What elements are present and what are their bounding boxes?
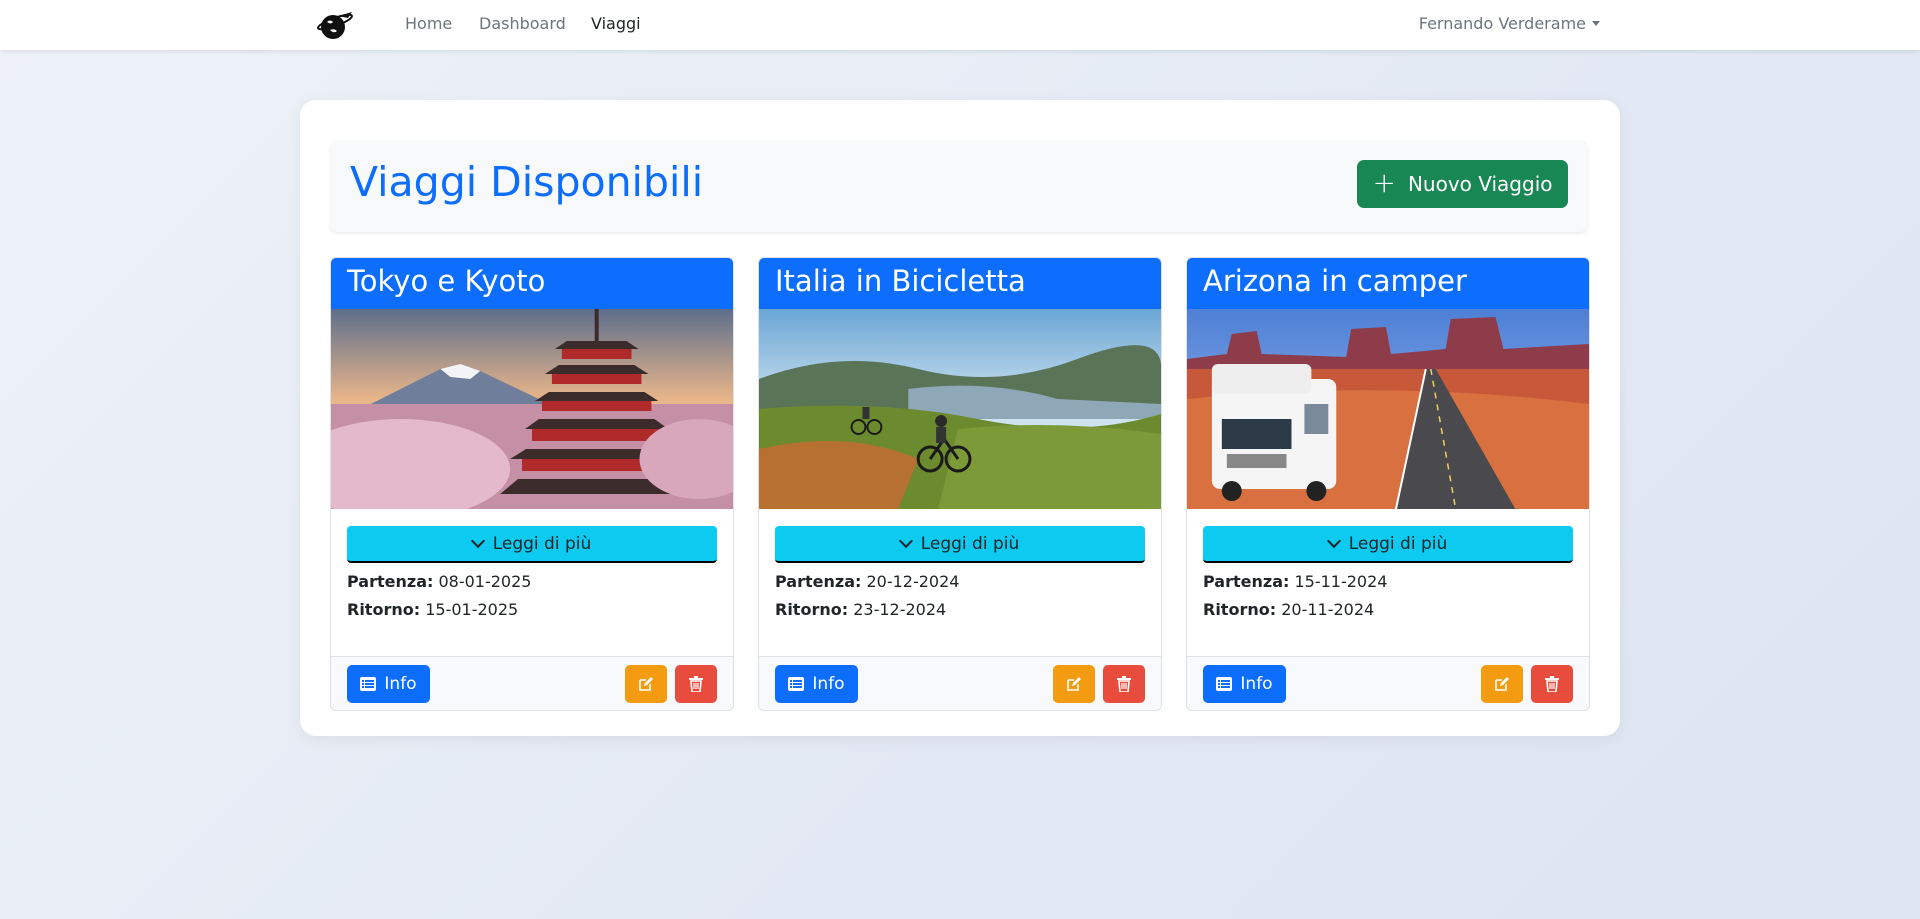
departure-date: 08-01-2025	[438, 572, 532, 591]
edit-icon	[1067, 677, 1081, 691]
list-icon	[360, 677, 377, 691]
card-footer: Info	[1187, 656, 1589, 710]
info-button[interactable]: Info	[1203, 665, 1286, 703]
delete-button[interactable]	[1103, 665, 1145, 703]
edit-icon	[1495, 677, 1509, 691]
trash-icon	[1545, 676, 1559, 692]
card-footer: Info	[759, 656, 1161, 710]
list-icon	[788, 677, 805, 691]
read-more-label: Leggi di più	[920, 533, 1020, 554]
new-trip-button[interactable]: + Nuovo Viaggio	[1357, 160, 1568, 208]
return-line: Ritorno: 23-12-2024	[775, 600, 946, 619]
list-icon	[1216, 677, 1233, 691]
departure-line: Partenza: 15-11-2024	[1203, 572, 1387, 591]
departure-date: 20-12-2024	[866, 572, 960, 591]
departure-date: 15-11-2024	[1294, 572, 1388, 591]
trip-card: Tokyo e Kyoto Leggi di più Partenza: 08-…	[330, 257, 734, 711]
chevron-down-icon	[898, 533, 913, 549]
edit-icon	[639, 677, 653, 691]
departure-label: Partenza:	[347, 572, 434, 591]
nav-viaggi-link[interactable]: Viaggi	[591, 14, 641, 33]
read-more-button[interactable]: Leggi di più	[775, 526, 1145, 563]
cyclists-countryside-image	[759, 309, 1161, 509]
info-label: Info	[812, 674, 845, 694]
departure-label: Partenza:	[775, 572, 862, 591]
chevron-down-icon	[1326, 533, 1341, 549]
nav-home-link[interactable]: Home	[405, 14, 452, 33]
travel-logo-icon[interactable]	[314, 8, 356, 42]
new-trip-label: Nuovo Viaggio	[1407, 172, 1553, 196]
user-menu-dropdown[interactable]: Fernando Verderame	[1419, 14, 1600, 33]
return-date: 15-01-2025	[425, 600, 519, 619]
departure-line: Partenza: 20-12-2024	[775, 572, 959, 591]
navbar: Home Dashboard Viaggi Fernando Verderame	[0, 0, 1920, 50]
read-more-button[interactable]: Leggi di più	[347, 526, 717, 563]
page-title: Viaggi Disponibili	[350, 158, 704, 206]
return-date: 23-12-2024	[853, 600, 947, 619]
info-button[interactable]: Info	[347, 665, 430, 703]
return-label: Ritorno:	[775, 600, 849, 619]
departure-line: Partenza: 08-01-2025	[347, 572, 531, 591]
user-name: Fernando Verderame	[1418, 14, 1586, 33]
return-label: Ritorno:	[347, 600, 421, 619]
mount-fuji-pagoda-image	[331, 309, 733, 509]
info-label: Info	[1240, 674, 1273, 694]
return-line: Ritorno: 20-11-2024	[1203, 600, 1374, 619]
trip-title: Italia in Bicicletta	[759, 258, 1161, 309]
return-line: Ritorno: 15-01-2025	[347, 600, 518, 619]
trip-title: Arizona in camper	[1187, 258, 1589, 309]
trip-card: Italia in Bicicletta Leggi di più Parten…	[758, 257, 1162, 711]
chevron-down-icon	[470, 533, 485, 549]
read-more-button[interactable]: Leggi di più	[1203, 526, 1573, 563]
return-label: Ritorno:	[1203, 600, 1277, 619]
caret-down-icon	[1592, 21, 1600, 26]
trash-icon	[1117, 676, 1131, 692]
info-button[interactable]: Info	[775, 665, 858, 703]
card-footer: Info	[331, 656, 733, 710]
edit-button[interactable]	[1053, 665, 1095, 703]
rv-desert-road-image	[1187, 309, 1589, 509]
nav-dashboard-link[interactable]: Dashboard	[479, 14, 566, 33]
departure-label: Partenza:	[1203, 572, 1290, 591]
plus-icon: +	[1372, 165, 1396, 199]
delete-button[interactable]	[1531, 665, 1573, 703]
trash-icon	[689, 676, 703, 692]
read-more-label: Leggi di più	[1348, 533, 1448, 554]
edit-button[interactable]	[625, 665, 667, 703]
edit-button[interactable]	[1481, 665, 1523, 703]
trip-title: Tokyo e Kyoto	[331, 258, 733, 309]
trip-card: Arizona in camper Leggi di più Partenza:…	[1186, 257, 1590, 711]
page-header: Viaggi Disponibili + Nuovo Viaggio	[330, 140, 1588, 232]
return-date: 20-11-2024	[1281, 600, 1375, 619]
main-container: Viaggi Disponibili + Nuovo Viaggio Tokyo…	[300, 100, 1620, 736]
info-label: Info	[384, 674, 417, 694]
delete-button[interactable]	[675, 665, 717, 703]
read-more-label: Leggi di più	[492, 533, 592, 554]
